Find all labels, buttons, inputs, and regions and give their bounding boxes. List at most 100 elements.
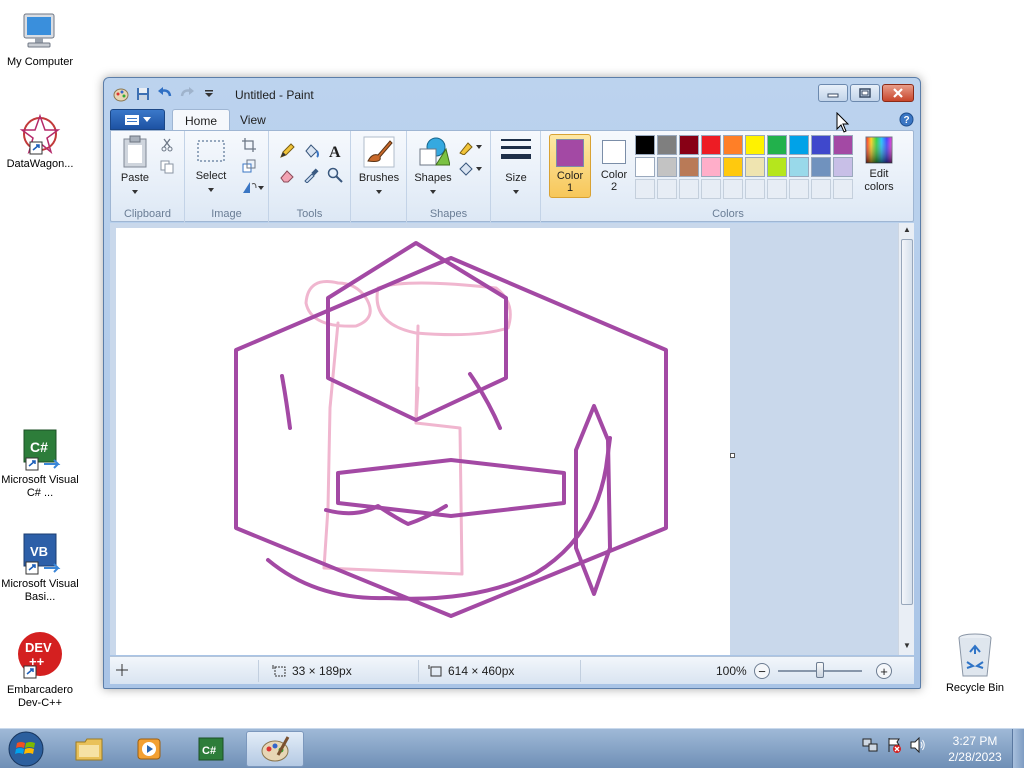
zoom-slider-thumb[interactable] [816, 662, 824, 678]
palette-empty-slot[interactable] [789, 179, 809, 199]
start-button[interactable] [4, 730, 48, 768]
save-icon[interactable] [134, 85, 152, 103]
palette-color-swatch[interactable] [635, 135, 655, 155]
palette-empty-slot[interactable] [635, 179, 655, 199]
palette-color-swatch[interactable] [679, 157, 699, 177]
color-2-button[interactable]: Color 2 [593, 134, 635, 198]
fill-icon[interactable] [301, 141, 321, 161]
taskbar-visual-csharp-button[interactable]: C# [182, 731, 240, 767]
tab-view[interactable]: View [228, 109, 278, 131]
help-icon[interactable]: ? [899, 112, 914, 127]
fill-shape-icon[interactable] [457, 159, 485, 179]
palette-empty-slot[interactable] [679, 179, 699, 199]
palette-empty-slot[interactable] [811, 179, 831, 199]
title-bar[interactable]: Untitled - Paint [104, 78, 920, 110]
outline-icon[interactable] [457, 137, 485, 157]
palette-empty-slot[interactable] [745, 179, 765, 199]
pencil-icon[interactable] [277, 141, 297, 161]
palette-color-swatch[interactable] [789, 135, 809, 155]
desktop-icon-recycle-bin[interactable]: Recycle Bin [935, 632, 1015, 695]
palette-color-swatch[interactable] [767, 157, 787, 177]
zoom-out-button[interactable]: − [754, 663, 770, 679]
network-icon[interactable] [862, 737, 878, 753]
shapes-button[interactable]: Shapes [411, 135, 455, 197]
resize-icon[interactable] [239, 156, 259, 176]
shapes-group: Shapes Shapes [407, 131, 491, 223]
drawing-canvas[interactable] [116, 228, 730, 655]
chevron-down-icon [132, 190, 138, 194]
show-desktop-button[interactable] [1012, 729, 1024, 768]
action-center-icon[interactable] [886, 737, 902, 753]
palette-color-swatch[interactable] [833, 135, 853, 155]
palette-color-swatch[interactable] [723, 157, 743, 177]
palette-color-swatch[interactable] [723, 135, 743, 155]
edit-colors-button[interactable]: Edit colors [859, 135, 899, 194]
customize-qat-icon[interactable] [200, 85, 218, 103]
palette-empty-slot[interactable] [723, 179, 743, 199]
desktop-icon-visual-basic[interactable]: VB Microsoft Visual Basi... [0, 532, 80, 604]
desktop-icon-dev-cpp[interactable]: DEV ++ Embarcadero Dev-C++ [0, 632, 80, 710]
palette-color-swatch[interactable] [701, 135, 721, 155]
restore-button[interactable] [850, 84, 880, 102]
clock[interactable]: 3:27 PM 2/28/2023 [940, 733, 1010, 765]
palette-empty-slot[interactable] [767, 179, 787, 199]
desktop-icon-visual-csharp[interactable]: C# Microsoft Visual C# ... [0, 428, 80, 500]
copy-icon[interactable] [157, 157, 177, 177]
window-title: Untitled - Paint [235, 88, 314, 102]
palette-color-swatch[interactable] [789, 157, 809, 177]
palette-empty-slot[interactable] [701, 179, 721, 199]
palette-color-swatch[interactable] [657, 157, 677, 177]
cut-icon[interactable] [157, 135, 177, 155]
crop-icon[interactable] [239, 135, 259, 155]
taskbar-paint-button[interactable] [246, 731, 304, 767]
taskbar-media-player-button[interactable] [120, 731, 178, 767]
redo-icon[interactable] [178, 85, 196, 103]
undo-icon[interactable] [156, 85, 174, 103]
purple-diamond [574, 404, 612, 596]
palette-color-swatch[interactable] [679, 135, 699, 155]
chevron-down-icon [376, 190, 382, 194]
color-1-swatch [556, 139, 584, 167]
zoom-in-button[interactable]: + [876, 663, 892, 679]
scrollbar-thumb[interactable] [901, 239, 913, 605]
brushes-button[interactable]: Brushes [355, 135, 403, 197]
canvas-resize-handle[interactable] [730, 453, 735, 458]
palette-empty-slot[interactable] [833, 179, 853, 199]
paint-menu-button[interactable] [110, 109, 165, 130]
palette-color-swatch[interactable] [811, 157, 831, 177]
svg-text:?: ? [904, 115, 910, 126]
palette-color-swatch[interactable] [657, 135, 677, 155]
volume-icon[interactable] [910, 737, 926, 753]
size-button[interactable]: Size [497, 135, 535, 197]
text-icon[interactable]: A [325, 141, 345, 161]
palette-color-swatch[interactable] [767, 135, 787, 155]
taskbar-explorer-button[interactable] [60, 731, 118, 767]
paint-app-icon[interactable] [112, 85, 130, 103]
pink-stroke-vertical-left [322, 321, 464, 576]
close-button[interactable] [882, 84, 914, 102]
tab-home[interactable]: Home [172, 109, 231, 131]
palette-color-swatch[interactable] [745, 157, 765, 177]
select-button[interactable]: Select [191, 135, 231, 195]
rotate-icon[interactable] [239, 177, 267, 197]
palette-color-swatch[interactable] [635, 157, 655, 177]
desktop-icon-my-computer[interactable]: My Computer [0, 10, 80, 69]
color-picker-icon[interactable] [301, 165, 321, 185]
vertical-scrollbar[interactable]: ▲ ▼ [898, 223, 914, 655]
palette-color-swatch[interactable] [833, 157, 853, 177]
palette-color-swatch[interactable] [745, 135, 765, 155]
palette-color-swatch[interactable] [701, 157, 721, 177]
magnifier-icon[interactable] [325, 165, 345, 185]
scroll-up-arrow-icon[interactable]: ▲ [902, 225, 912, 235]
minimize-button[interactable] [818, 84, 848, 102]
desktop-icon-datawagon[interactable]: DataWagon... [0, 112, 80, 171]
color-1-button[interactable]: Color 1 [549, 134, 591, 198]
palette-empty-slot[interactable] [657, 179, 677, 199]
scroll-down-arrow-icon[interactable]: ▼ [902, 641, 912, 651]
palette-color-swatch[interactable] [811, 135, 831, 155]
svg-text:DEV: DEV [25, 640, 52, 655]
color-2-swatch [602, 140, 626, 164]
desktop-icon-label: My Computer [6, 56, 74, 68]
paste-button[interactable]: Paste [117, 135, 153, 197]
eraser-icon[interactable] [277, 165, 297, 185]
